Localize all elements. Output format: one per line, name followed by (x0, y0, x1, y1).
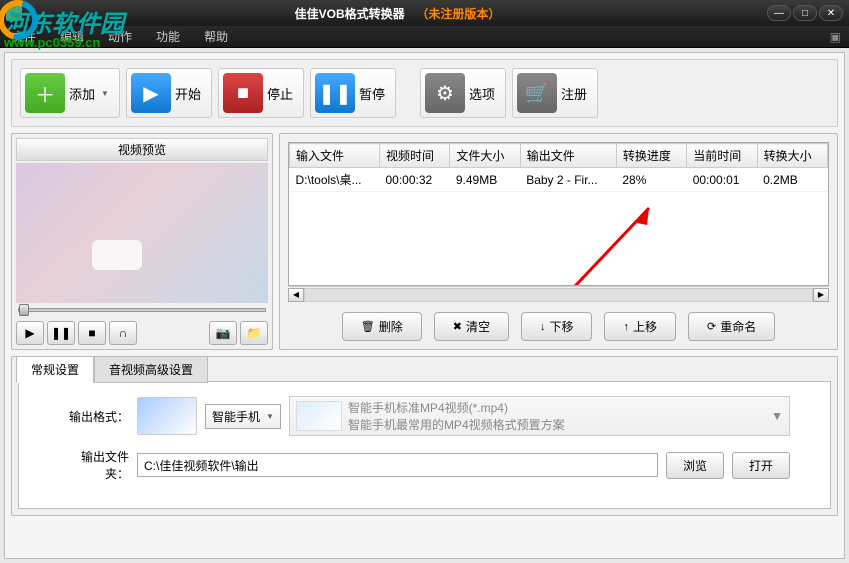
chevron-down-icon: ▼ (771, 409, 783, 423)
device-dropdown[interactable]: 智能手机 ▼ (205, 404, 281, 429)
refresh-icon: ⟳ (707, 320, 716, 333)
scroll-left-icon[interactable]: ◀ (288, 288, 304, 302)
output-format-label: 输出格式： (59, 408, 129, 425)
file-table[interactable]: 输入文件 视频时间 文件大小 输出文件 转换进度 当前时间 转换大小 (289, 143, 828, 192)
browse-button[interactable]: 浏览 (666, 452, 724, 479)
app-icon (6, 5, 22, 21)
app-title: 佳佳VOB格式转换器 (295, 7, 405, 21)
preview-pause-button[interactable]: ❚❚ (47, 321, 75, 345)
tab-advanced[interactable]: 音视频高级设置 (94, 356, 208, 383)
gear-icon: ⚙ (425, 73, 465, 113)
preset-thumbnail (296, 401, 342, 431)
col-output-file[interactable]: 输出文件 (520, 144, 616, 168)
output-folder-input[interactable] (137, 453, 658, 477)
options-button[interactable]: ⚙ 选项 (420, 68, 506, 118)
menu-edit[interactable]: 编辑 (56, 26, 88, 47)
menu-action[interactable]: 动作 (104, 26, 136, 47)
move-up-button[interactable]: ↑上移 (604, 312, 676, 341)
settings-tabs-panel: 常规设置 音视频高级设置 输出格式： 智能手机 ▼ 智能手机标准MP4视频(*.… (11, 356, 838, 516)
plus-icon: ＋ (25, 73, 65, 113)
chevron-down-icon: ▼ (101, 89, 109, 98)
rename-button[interactable]: ⟳重命名 (688, 312, 775, 341)
menubar: 文件 编辑 动作 功能 帮助 ▣ (0, 26, 849, 48)
chevron-down-icon: ▼ (266, 412, 274, 421)
delete-button[interactable]: 🗑删除 (342, 312, 422, 341)
preset-title: 智能手机标准MP4视频(*.mp4) (348, 399, 765, 416)
pause-button[interactable]: ❚❚ 暂停 (310, 68, 396, 118)
table-row[interactable]: D:\tools\桌... 00:00:32 9.49MB Baby 2 - F… (290, 168, 828, 192)
app-subtitle: （未注册版本） (416, 7, 500, 21)
toolbar: ＋ 添加 ▼ ▶ 开始 ■ 停止 ❚❚ 暂停 ⚙ 选项 🛒 (11, 59, 838, 127)
horizontal-scrollbar[interactable]: ◀ ▶ (288, 286, 829, 302)
video-seek-slider[interactable] (16, 303, 268, 317)
clear-button[interactable]: ✖清空 (434, 312, 509, 341)
preview-stop-button[interactable]: ■ (78, 321, 106, 345)
tab-general[interactable]: 常规设置 (16, 356, 94, 383)
col-current-time[interactable]: 当前时间 (687, 144, 757, 168)
pause-icon: ❚❚ (315, 73, 355, 113)
preview-title: 视频预览 (16, 138, 268, 161)
menu-file[interactable]: 文件 (8, 26, 40, 47)
x-icon: ✖ (453, 320, 462, 333)
main-content: ＋ 添加 ▼ ▶ 开始 ■ 停止 ❚❚ 暂停 ⚙ 选项 🛒 (0, 48, 849, 563)
menu-collapse-icon[interactable]: ▣ (830, 30, 841, 44)
col-file-size[interactable]: 文件大小 (450, 144, 520, 168)
arrow-up-icon: ↑ (623, 321, 629, 333)
stop-button[interactable]: ■ 停止 (218, 68, 304, 118)
window-titlebar: 佳佳VOB格式转换器 （未注册版本） — □ ✕ (0, 0, 849, 26)
col-convert-size[interactable]: 转换大小 (757, 144, 827, 168)
play-icon: ▶ (131, 73, 171, 113)
arrow-down-icon: ↓ (540, 321, 546, 333)
col-video-time[interactable]: 视频时间 (379, 144, 449, 168)
register-button[interactable]: 🛒 注册 (512, 68, 598, 118)
scroll-right-icon[interactable]: ▶ (813, 288, 829, 302)
annotation-arrow (549, 193, 669, 286)
device-thumbnail (137, 397, 197, 435)
menu-function[interactable]: 功能 (152, 26, 184, 47)
close-button[interactable]: ✕ (819, 5, 843, 21)
preview-snapshot-button[interactable]: 📷 (209, 321, 237, 345)
col-input-file[interactable]: 输入文件 (290, 144, 380, 168)
col-progress[interactable]: 转换进度 (616, 144, 686, 168)
trash-icon: 🗑 (361, 320, 375, 333)
stop-icon: ■ (223, 73, 263, 113)
minimize-button[interactable]: — (767, 5, 791, 21)
maximize-button[interactable]: □ (793, 5, 817, 21)
open-button[interactable]: 打开 (732, 452, 790, 479)
preview-folder-button[interactable]: 📁 (240, 321, 268, 345)
video-preview-area (16, 163, 268, 303)
preset-dropdown[interactable]: 智能手机标准MP4视频(*.mp4) 智能手机最常用的MP4视频格式预置方案 ▼ (289, 396, 790, 436)
basket-icon: 🛒 (517, 73, 557, 113)
preview-loop-button[interactable]: ∩ (109, 321, 137, 345)
output-folder-label: 输出文件夹： (59, 448, 129, 482)
preview-play-button[interactable]: ▶ (16, 321, 44, 345)
start-button[interactable]: ▶ 开始 (126, 68, 212, 118)
file-list-panel: 输入文件 视频时间 文件大小 输出文件 转换进度 当前时间 转换大小 (279, 133, 838, 350)
add-button[interactable]: ＋ 添加 ▼ (20, 68, 120, 118)
preview-panel: 视频预览 ▶ ❚❚ ■ ∩ 📷 📁 (11, 133, 273, 350)
preset-desc: 智能手机最常用的MP4视频格式预置方案 (348, 416, 765, 433)
move-down-button[interactable]: ↓下移 (521, 312, 593, 341)
menu-help[interactable]: 帮助 (200, 26, 232, 47)
